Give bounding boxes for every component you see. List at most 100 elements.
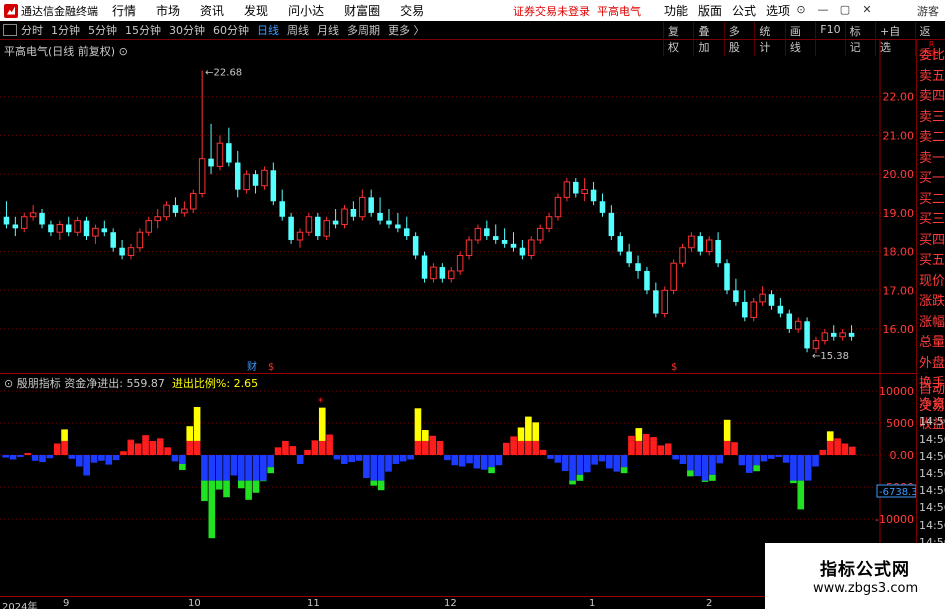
- trade-status-notice[interactable]: 证券交易未登录 平高电气: [513, 3, 641, 19]
- side-panel-field[interactable]: 14:56: [919, 432, 945, 447]
- outflow-bar-bottom: [377, 480, 385, 491]
- candle-body: [323, 220, 330, 237]
- menu-ask-xiaoda[interactable]: 问小达: [288, 2, 324, 19]
- side-panel-field[interactable]: 总量: [919, 333, 945, 353]
- outflow-bar-bottom: [753, 465, 760, 472]
- price-axis-label: 16.00: [883, 323, 915, 336]
- outflow-bar-bottom: [620, 467, 628, 474]
- candle-body: [599, 201, 606, 213]
- outflow-bar: [444, 455, 451, 461]
- candle-body: [110, 232, 116, 248]
- indicator-legend[interactable]: ⊙ 殷朋指标 资金净进出: 559.87 进出比例%: 2.65: [4, 375, 258, 391]
- side-panel-field[interactable]: 现价: [919, 272, 945, 292]
- menu-discover[interactable]: 发现: [244, 2, 268, 19]
- side-panel-field[interactable]: 买一: [919, 169, 945, 189]
- finance-event-marker: 财: [247, 360, 257, 373]
- side-panel-field[interactable]: 涨幅: [919, 313, 945, 333]
- right-menu: 功能 版面 公式 选项: [664, 2, 800, 19]
- minimize-icon[interactable]: —: [812, 3, 834, 16]
- side-panel-field[interactable]: 卖三: [919, 108, 945, 128]
- indicator-label-2: 进出比例%:: [171, 377, 231, 390]
- inflow-bar: [53, 443, 61, 455]
- maximize-icon[interactable]: ▢: [834, 3, 856, 16]
- candle-body: [154, 216, 161, 222]
- outflow-bar: [672, 455, 679, 460]
- period-30min[interactable]: 30分钟: [169, 22, 205, 38]
- candle-body: [288, 216, 294, 240]
- menu-formula[interactable]: 公式: [732, 2, 756, 19]
- menu-market[interactable]: 市场: [156, 2, 180, 19]
- side-panel-field[interactable]: 买三: [919, 210, 945, 230]
- period-daily[interactable]: 日线: [257, 22, 279, 38]
- menu-trade[interactable]: 交易: [400, 2, 424, 19]
- feedback-icon[interactable]: ⊙: [790, 3, 812, 16]
- close-icon[interactable]: ✕: [856, 3, 878, 16]
- side-panel-field[interactable]: 14:56: [919, 414, 945, 429]
- period-weekly[interactable]: 周线: [287, 22, 309, 38]
- candle-body: [39, 212, 45, 225]
- candle-body: [617, 236, 624, 252]
- period-multi[interactable]: 多周期: [347, 22, 380, 38]
- outflow-bar-bottom: [701, 480, 709, 482]
- candle-body: [777, 305, 784, 314]
- date-tick: 9: [63, 598, 70, 609]
- side-panel-field[interactable]: 买二: [919, 190, 945, 210]
- period-15min[interactable]: 15分钟: [125, 22, 161, 38]
- app-logo-icon: [4, 3, 18, 18]
- side-panel-field[interactable]: 涨跌: [919, 292, 945, 312]
- menu-options[interactable]: 选项: [766, 2, 790, 19]
- period-1min[interactable]: 1分钟: [51, 22, 80, 38]
- main-chart-legend[interactable]: 平高电气(日线 前复权) ⊙: [4, 43, 128, 59]
- period-more[interactable]: 更多 〉: [388, 22, 425, 38]
- side-panel-field[interactable]: 卖二: [919, 128, 945, 148]
- side-panel-field[interactable]: 卖一: [919, 149, 945, 169]
- inflow-bar: [664, 443, 672, 455]
- menu-news[interactable]: 资讯: [200, 2, 224, 19]
- side-panel-field[interactable]: 卖五: [919, 67, 945, 87]
- candle-body: [465, 239, 473, 256]
- side-panel-field[interactable]: 委比: [919, 46, 945, 66]
- side-panel-field[interactable]: 卖四: [919, 87, 945, 107]
- period-intraday[interactable]: 分时: [21, 22, 43, 38]
- watermark-title: 指标公式网: [820, 560, 910, 580]
- candle-body: [261, 169, 268, 187]
- candle-body: [270, 170, 277, 202]
- candlestick-chart[interactable]: 22.00 21.00 20.00 19.00 18.00 17.00 16.00 ←22.6…: [0, 40, 916, 373]
- inflow-bar: [149, 440, 157, 455]
- outflow-bar: [561, 455, 569, 471]
- outflow-bar: [709, 455, 716, 475]
- guest-login[interactable]: 游客: [917, 3, 939, 19]
- side-panel-field[interactable]: 14:56: [919, 518, 945, 533]
- menu-quotes[interactable]: 行情: [112, 2, 136, 19]
- side-panel-field[interactable]: 买四: [919, 231, 945, 251]
- outflow-bar: [215, 455, 223, 481]
- menu-wealth-circle[interactable]: 财富圈: [344, 2, 380, 19]
- period-5min[interactable]: 5分钟: [88, 22, 117, 38]
- price-axis-label: 22.00: [883, 91, 915, 104]
- side-panel-field[interactable]: 14:56: [919, 466, 945, 481]
- outflow-bar: [201, 455, 208, 481]
- high-price-label: ←22.68: [205, 67, 242, 78]
- outflow-bar-bottom: [215, 480, 223, 490]
- menu-layout[interactable]: 版面: [698, 2, 722, 19]
- outflow-bar: [804, 455, 812, 481]
- period-60min[interactable]: 60分钟: [213, 22, 249, 38]
- side-panel-field[interactable]: 外盘: [919, 354, 945, 374]
- side-panel-field[interactable]: 买五: [919, 251, 945, 271]
- candle-body: [208, 158, 214, 167]
- outflow-bar: [230, 455, 238, 476]
- menu-functions[interactable]: 功能: [664, 2, 688, 19]
- inflow-bar: [635, 440, 643, 455]
- candle-body: [563, 181, 571, 198]
- side-panel-field[interactable]: 14:56: [919, 483, 945, 498]
- outflow-bar: [105, 455, 113, 465]
- side-panel-field[interactable]: 14:56: [919, 449, 945, 464]
- outflow-bar: [613, 455, 621, 472]
- price-axis-label: 21.00: [883, 129, 915, 142]
- candle-body: [252, 174, 259, 186]
- side-panel-field[interactable]: 14:56: [919, 500, 945, 515]
- candle-body: [608, 212, 615, 237]
- period-monthly[interactable]: 月线: [317, 22, 339, 38]
- panel-toggle-icon[interactable]: [3, 24, 17, 36]
- outflow-bar: [473, 455, 481, 469]
